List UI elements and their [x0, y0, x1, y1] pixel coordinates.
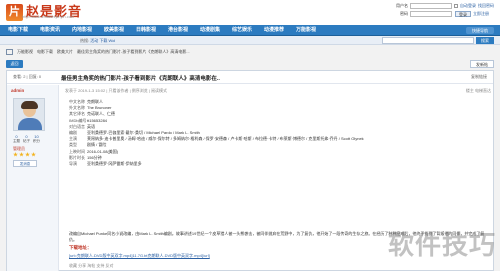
info-row: 导演 亚利桑德罗·冈萨雷斯·伊纳里多 [69, 161, 142, 167]
sub-bar: 热搜: 活动 下载 Wol 搜索 [0, 36, 500, 45]
search-box: 搜索 [382, 37, 494, 44]
site-url: http://www.zhaoshiyinyin.com [22, 14, 75, 19]
avatar[interactable] [13, 98, 45, 131]
auto-login-checkbox[interactable] [454, 3, 458, 8]
author-stats: 0 主题 0 帖子 10 积分 [13, 134, 40, 144]
stat-points[interactable]: 10 积分 [33, 134, 40, 144]
login-panel: 用户名 自动登录 找回密码 密码 登录 立即注册 [394, 2, 494, 18]
hot-search: 热搜: 活动 下载 Wol [80, 38, 115, 44]
download-link[interactable]: [url=克朗联人.DVD版中英双字.mp4]11.7G.bt克朗联人.DVD版… [69, 253, 210, 259]
nav-item-8[interactable]: 动漫推荐 [264, 25, 284, 36]
logo-icon: 片 [6, 4, 23, 21]
author-name[interactable]: admin [11, 88, 24, 93]
nav-item-1[interactable]: 电影资讯 [40, 25, 60, 36]
search-button[interactable]: 搜索 [476, 37, 494, 44]
password-label: 密码 [400, 10, 408, 16]
nav-item-6[interactable]: 动漫剧集 [200, 25, 220, 36]
stat-threads[interactable]: 0 主题 [13, 134, 20, 144]
watermark: 软件技巧 [388, 231, 497, 261]
breadcrumb-item-2[interactable]: 欧美大片 [57, 49, 73, 55]
nav-item-2[interactable]: 内地影视 [72, 25, 92, 36]
star-icon [25, 152, 30, 157]
top-bar: 片 赵是影音 http://www.zhaoshiyinyin.com 用户名 … [0, 0, 500, 25]
forgot-password-link[interactable]: 找回密码 [478, 3, 494, 9]
post-header: 查看: 2 | 回复: 0 最佳男主角奖的热门影片-孩子看到影片《克朗联人》高清… [7, 71, 493, 84]
main-nav: 电影下载 电影资讯 内地影视 欧美影视 日韩影视 港台影视 动漫剧集 综艺娱乐 … [0, 25, 500, 36]
login-button[interactable]: 登录 [455, 10, 471, 17]
hot-search-terms[interactable]: 活动 下载 Wol [90, 38, 115, 43]
send-message-button[interactable]: 发消息 [13, 160, 37, 167]
stat-posts[interactable]: 0 帖子 [23, 134, 30, 144]
nav-item-5[interactable]: 港台影视 [168, 25, 188, 36]
site-logo[interactable]: 片 赵是影音 [6, 3, 82, 22]
nav-item-9[interactable]: 万能影视 [296, 25, 316, 36]
username-label: 用户名 [396, 2, 408, 8]
post-title: 最佳男主角奖的热门影片-孩子看到影片《克朗联人》高清电影在.. [61, 76, 220, 82]
movie-info: 中文名称 克朗联人 外文名称 The Brunoner 其它译名 克诺联人、仁德 IM… [69, 99, 489, 167]
download-label: 下载地址： [69, 245, 92, 250]
star-icon [13, 152, 18, 157]
post-stats: 查看: 2 | 回复: 0 [13, 74, 42, 79]
new-thread-button[interactable]: 发新帖 [470, 60, 494, 68]
level-stars [13, 152, 36, 157]
star-icon [31, 152, 36, 157]
breadcrumb-item-0[interactable]: 万能影视 [17, 49, 33, 55]
author-panel: admin 0 主题 0 帖子 10 积分 管理员 发消息 [7, 85, 59, 271]
copy-link[interactable]: 复制链接 [471, 74, 487, 80]
nav-item-0[interactable]: 电影下载 [8, 25, 28, 36]
breadcrumb-item-1[interactable]: 电影下载 [37, 49, 53, 55]
breadcrumb-item-3[interactable]: 最佳男主角奖的热门影片-孩子看到影片《克朗联人》高清电影... [77, 49, 190, 55]
home-icon[interactable] [6, 49, 13, 55]
post-meta: 发表于 2019-1-3 15:02 | 只看该作者 | 倒序浏览 | 阅读模式 [65, 88, 168, 93]
auto-login-label: 自动登录 [460, 2, 476, 8]
nav-item-4[interactable]: 日韩影视 [136, 25, 156, 36]
post-actions[interactable]: 收藏 分享 淘帖 支持 反对 [69, 263, 113, 269]
breadcrumb: 万能影视 电影下载 欧美大片 最佳男主角奖的热门影片-孩子看到影片《克朗联人》高… [6, 48, 494, 56]
hot-search-label: 热搜: [80, 38, 90, 43]
register-link[interactable]: 立即注册 [473, 11, 489, 17]
search-input[interactable] [382, 37, 474, 44]
username-input[interactable] [410, 2, 452, 9]
nav-item-7[interactable]: 综艺娱乐 [232, 25, 252, 36]
floor-tools[interactable]: 楼主 电梯直达 [466, 88, 491, 94]
star-icon [19, 152, 24, 157]
back-button[interactable]: 返回 [6, 60, 23, 68]
quick-nav-button[interactable]: 快捷导航 [466, 27, 494, 34]
nav-item-3[interactable]: 欧美影视 [104, 25, 124, 36]
password-input[interactable] [410, 10, 452, 17]
